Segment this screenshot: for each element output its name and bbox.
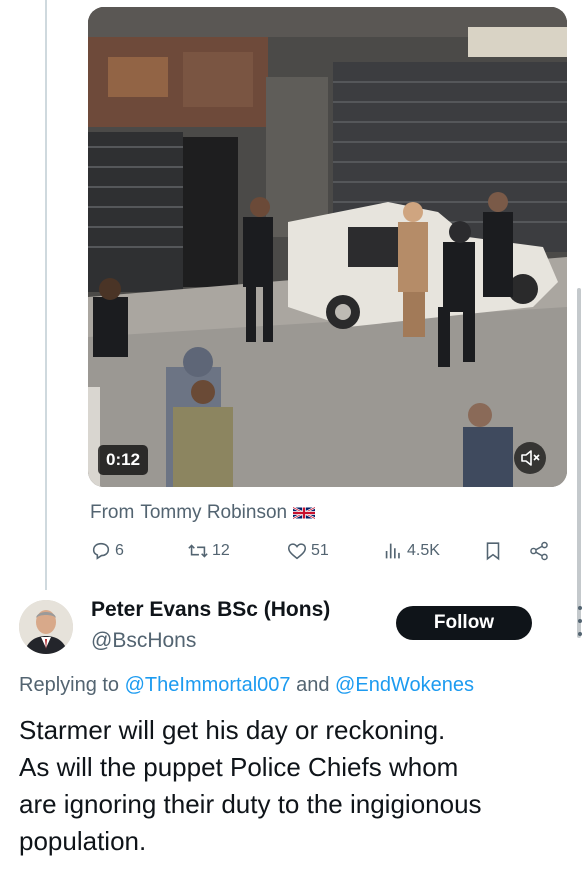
repost-icon — [188, 544, 208, 558]
like-count: 51 — [311, 542, 329, 559]
tweet-text-line: population. — [19, 826, 147, 856]
avatar-photo — [19, 600, 73, 654]
views-count: 4.5K — [407, 542, 440, 559]
speaker-muted-icon — [521, 450, 540, 466]
scrollbar[interactable] — [577, 288, 581, 638]
mention-link[interactable]: @EndWokenes — [335, 674, 474, 696]
bookmark-action[interactable] — [482, 540, 504, 562]
source-prefix: From — [90, 502, 135, 523]
replying-to-line: Replying to @TheImmortal007 and @EndWoke… — [19, 674, 474, 697]
more-options-icon[interactable] — [575, 606, 584, 636]
share-action[interactable] — [528, 540, 550, 562]
replying-conjunction: and — [296, 674, 330, 696]
like-action[interactable]: 51 — [286, 540, 329, 562]
repost-count: 12 — [212, 542, 230, 559]
source-attribution: From Tommy Robinson — [90, 502, 316, 524]
author-handle[interactable]: @BscHons — [91, 629, 196, 653]
reply-icon — [92, 542, 110, 560]
bookmark-icon — [486, 542, 500, 561]
like-icon — [287, 543, 307, 560]
author-name[interactable]: Peter Evans BSc (Hons) — [91, 598, 330, 622]
tweet-text: Starmer will get his day or reckoning. A… — [19, 712, 579, 860]
video-duration-badge: 0:12 — [98, 445, 149, 475]
tweet-text-line: are ignoring their duty to the ingigiono… — [19, 789, 482, 819]
mention-link[interactable]: @TheImmortal007 — [125, 674, 291, 696]
replying-prefix: Replying to — [19, 674, 120, 696]
reply-action[interactable]: 6 — [90, 540, 124, 562]
reply-count: 6 — [115, 542, 124, 559]
mute-toggle-button[interactable] — [514, 442, 546, 474]
video-player[interactable]: 0:12 — [88, 7, 567, 487]
source-name[interactable]: Tommy Robinson — [140, 502, 287, 524]
thread-connector-line — [45, 0, 47, 590]
views-icon — [385, 543, 400, 559]
share-icon — [530, 541, 548, 561]
tweet-action-bar: 6 12 51 4.5K — [90, 540, 560, 568]
views-action[interactable]: 4.5K — [382, 540, 440, 562]
avatar[interactable] — [19, 600, 73, 654]
video-frame — [88, 7, 567, 487]
uk-flag-icon — [293, 506, 316, 520]
follow-button[interactable]: Follow — [396, 606, 532, 640]
repost-action[interactable]: 12 — [187, 540, 230, 562]
tweet-text-line: Starmer will get his day or reckoning. — [19, 715, 446, 745]
tweet-thread-page: 0:12 From Tommy Robinson 6 12 51 4.5K Pe… — [0, 0, 584, 881]
tweet-text-line: As will the puppet Police Chiefs whom — [19, 752, 459, 782]
